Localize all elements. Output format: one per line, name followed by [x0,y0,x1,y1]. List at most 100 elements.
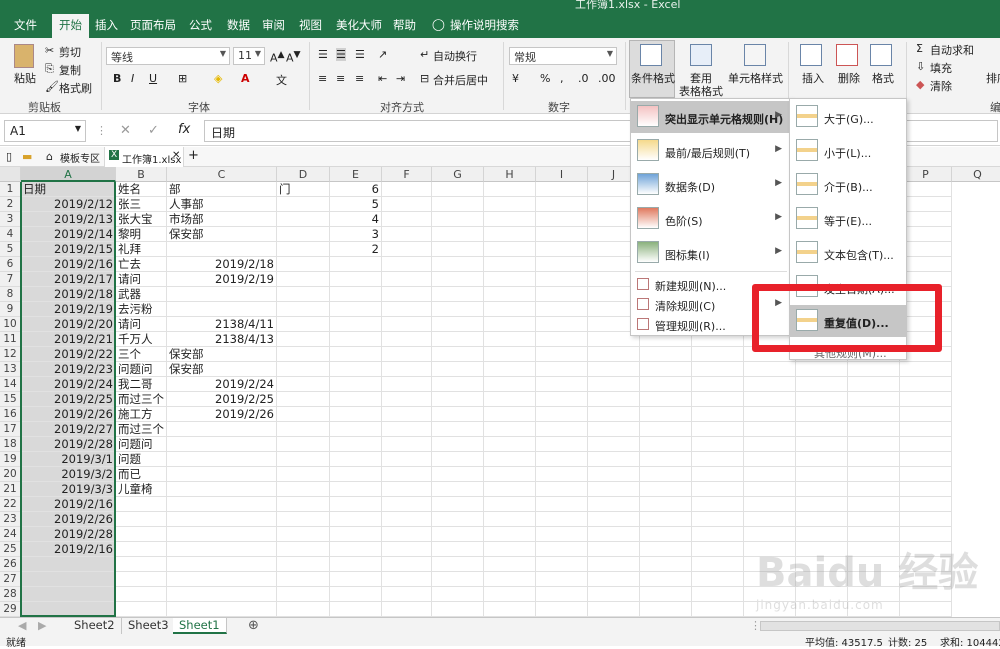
cell[interactable] [382,557,432,572]
cell[interactable] [484,602,536,617]
cell[interactable]: 三个 [116,347,167,362]
cell[interactable] [588,452,640,467]
cell[interactable] [277,482,330,497]
cell[interactable] [277,452,330,467]
row-header[interactable]: 4 [0,227,21,242]
cell[interactable]: 2019/2/15 [21,242,116,257]
cell[interactable] [330,482,382,497]
cell[interactable] [167,467,277,482]
tab-data[interactable]: 数据 [227,17,250,33]
highlight-rule-item[interactable]: 等于(E)... [790,203,906,235]
cell[interactable] [848,437,900,452]
cell[interactable] [382,407,432,422]
cell[interactable] [330,587,382,602]
align-bottom-icon[interactable]: ☰ [355,48,365,61]
cell[interactable] [588,482,640,497]
cell[interactable] [900,422,952,437]
format-cells-button[interactable]: 格式 [872,70,894,86]
cell[interactable] [900,392,952,407]
cell[interactable]: 我二哥 [116,377,167,392]
cell[interactable] [640,437,692,452]
row-header[interactable]: 7 [0,272,21,287]
cell[interactable]: 2138/4/13 [167,332,277,347]
cell[interactable] [692,347,744,362]
paste-button[interactable]: 粘贴 [14,70,36,86]
cell[interactable] [382,422,432,437]
cell[interactable] [330,302,382,317]
cell[interactable] [900,362,952,377]
cell[interactable] [277,557,330,572]
cell[interactable] [640,392,692,407]
cell[interactable] [167,422,277,437]
column-header-e[interactable]: E [330,167,382,182]
cell[interactable] [796,452,848,467]
sheet-tab-sheet3[interactable]: Sheet3 [122,618,176,634]
cell[interactable] [640,602,692,617]
cell[interactable] [484,497,536,512]
cell[interactable] [277,572,330,587]
cell[interactable] [692,587,744,602]
cell[interactable] [382,362,432,377]
cell[interactable] [900,452,952,467]
cell[interactable] [588,527,640,542]
cell[interactable] [382,527,432,542]
row-header[interactable]: 29 [0,602,21,617]
row-header[interactable]: 27 [0,572,21,587]
cell[interactable]: 施工方 [116,407,167,422]
cell[interactable] [330,377,382,392]
fx-icon[interactable]: fx [178,122,190,137]
sigma-icon[interactable]: Σ [916,42,923,55]
cell[interactable] [116,527,167,542]
tab-home[interactable]: 开始 [52,14,89,38]
cell[interactable] [432,437,484,452]
cell[interactable] [277,317,330,332]
cf-menu-item[interactable]: 突出显示单元格规则(H) ▶ [631,101,791,133]
cell[interactable] [640,347,692,362]
cell[interactable] [277,512,330,527]
number-format-combo[interactable]: 常规 ▼ [509,47,617,65]
cell[interactable] [432,602,484,617]
cell[interactable] [277,362,330,377]
cell[interactable] [277,287,330,302]
tab-page-layout[interactable]: 页面布局 [130,17,176,33]
cell[interactable]: 姓名 [116,182,167,197]
cell[interactable] [536,542,588,557]
cell[interactable] [277,242,330,257]
cell[interactable] [330,512,382,527]
cell[interactable] [900,377,952,392]
cell[interactable] [744,377,796,392]
horizontal-scrollbar[interactable] [760,621,1000,631]
tab-review[interactable]: 审阅 [262,17,285,33]
cell[interactable] [588,392,640,407]
cell[interactable] [536,557,588,572]
delete-cells-button[interactable]: 删除 [838,70,860,86]
cell[interactable] [330,422,382,437]
cell[interactable] [167,497,277,512]
cell[interactable] [330,527,382,542]
cell[interactable] [382,587,432,602]
cell[interactable] [432,557,484,572]
cell[interactable] [382,347,432,362]
cell[interactable] [484,437,536,452]
cell[interactable] [796,467,848,482]
sheet-tab-sheet1[interactable]: Sheet1 [173,618,227,634]
cell[interactable] [330,272,382,287]
cell[interactable] [796,392,848,407]
cf-menu-item[interactable]: 数据条(D) ▶ [631,169,791,201]
cell[interactable] [848,422,900,437]
scroll-left-icon[interactable]: ◀ [18,619,26,632]
cell[interactable] [796,362,848,377]
cell[interactable] [536,212,588,227]
row-header[interactable]: 5 [0,242,21,257]
tab-help[interactable]: 帮助 [393,17,416,33]
cell[interactable] [484,347,536,362]
cf-menu-item[interactable]: 最前/最后规则(T) ▶ [631,135,791,167]
cell[interactable] [536,317,588,332]
cell[interactable] [432,377,484,392]
column-header-p[interactable]: P [900,167,952,182]
cell[interactable]: 2019/2/27 [21,422,116,437]
cell[interactable] [330,572,382,587]
row-header[interactable]: 16 [0,407,21,422]
cell[interactable] [900,497,952,512]
cell[interactable] [432,317,484,332]
